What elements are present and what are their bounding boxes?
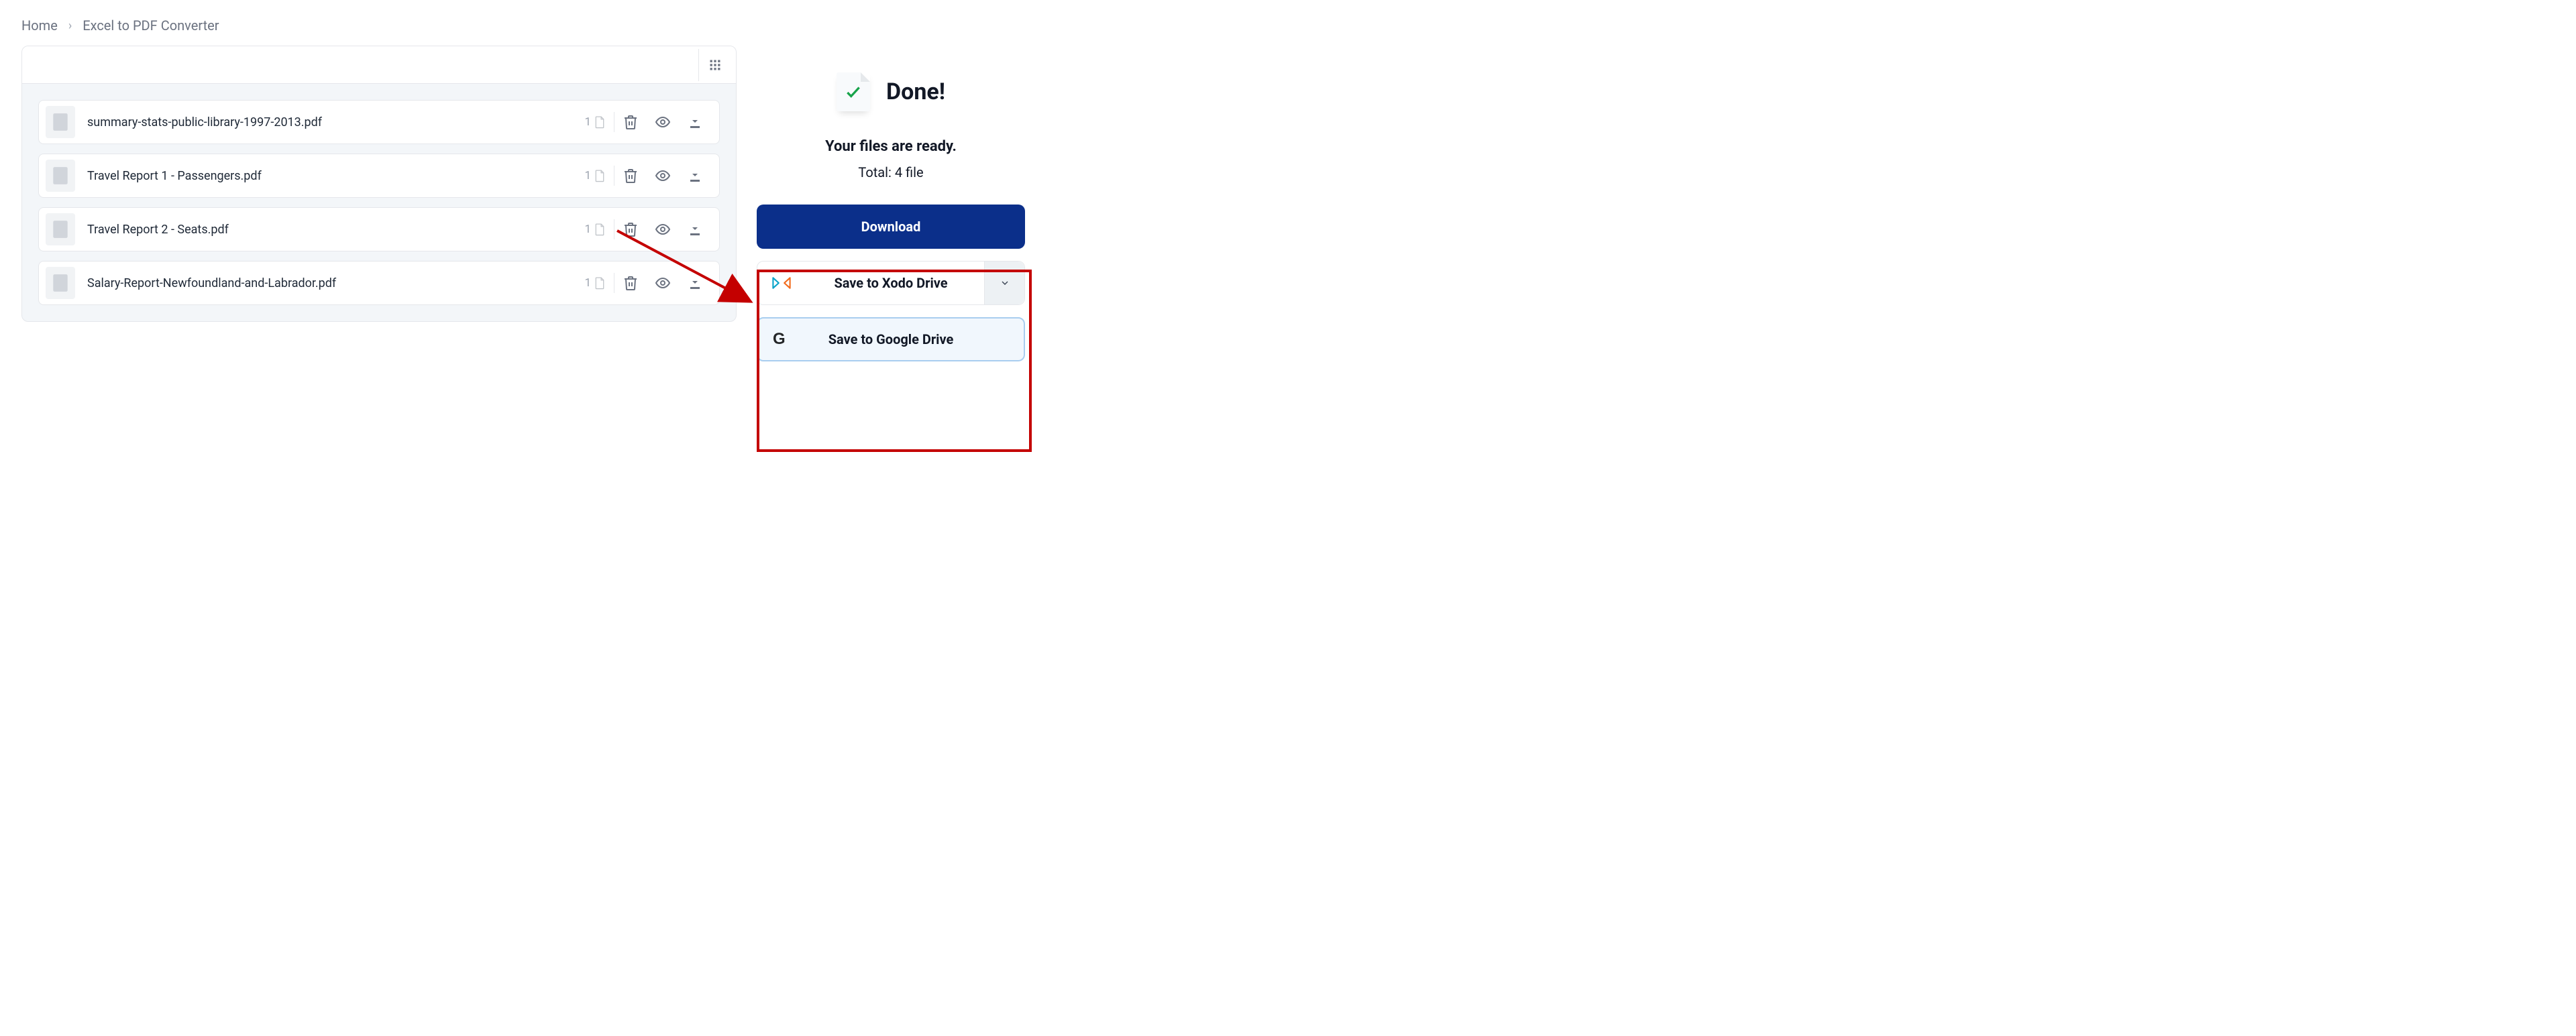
page-count: 1 <box>576 169 614 182</box>
download-icon <box>687 114 703 130</box>
breadcrumb-current[interactable]: Excel to PDF Converter <box>83 17 219 34</box>
google-logo-icon: G <box>773 330 786 349</box>
file-row: Travel Report 2 - Seats.pdf1 <box>38 207 720 251</box>
download-file-button[interactable] <box>679 216 711 243</box>
file-thumb-icon <box>46 213 75 245</box>
trash-icon <box>623 221 639 237</box>
download-file-button[interactable] <box>679 162 711 189</box>
save-xodo-label: Save to Xodo Drive <box>834 275 947 291</box>
file-name: Travel Report 2 - Seats.pdf <box>87 223 576 237</box>
preview-button[interactable] <box>647 162 679 189</box>
delete-button[interactable] <box>614 109 647 135</box>
page-icon <box>594 115 606 129</box>
file-thumb-icon <box>46 160 75 192</box>
done-subtitle: Your files are ready. <box>757 138 1025 155</box>
file-name: Travel Report 1 - Passengers.pdf <box>87 169 576 183</box>
file-name: summary-stats-public-library-1997-2013.p… <box>87 115 576 129</box>
chevron-right-icon: › <box>68 19 72 33</box>
download-button[interactable]: Download <box>757 205 1025 249</box>
page-count: 1 <box>576 115 614 129</box>
eye-icon <box>655 168 671 184</box>
page-icon <box>594 223 606 236</box>
page-icon <box>594 169 606 182</box>
preview-button[interactable] <box>647 270 679 296</box>
download-icon <box>687 221 703 237</box>
save-google-drive-button[interactable]: G Save to Google Drive <box>757 317 1025 361</box>
breadcrumb-home[interactable]: Home <box>21 17 58 34</box>
done-total: Total: 4 file <box>757 164 1025 180</box>
grid-icon <box>708 58 722 72</box>
save-xodo-dropdown-toggle[interactable] <box>984 262 1024 304</box>
chevron-down-icon <box>1000 278 1010 288</box>
page-count: 1 <box>576 276 614 290</box>
check-icon <box>845 83 862 101</box>
file-row: Travel Report 1 - Passengers.pdf1 <box>38 154 720 198</box>
file-row: summary-stats-public-library-1997-2013.p… <box>38 100 720 144</box>
preview-button[interactable] <box>647 109 679 135</box>
delete-button[interactable] <box>614 162 647 189</box>
trash-icon <box>623 275 639 291</box>
delete-button[interactable] <box>614 216 647 243</box>
file-row: Salary-Report-Newfoundland-and-Labrador.… <box>38 261 720 305</box>
eye-icon <box>655 275 671 291</box>
grid-view-button[interactable] <box>698 49 731 81</box>
xodo-logo-icon <box>772 276 791 290</box>
save-google-label: Save to Google Drive <box>828 331 954 347</box>
download-file-button[interactable] <box>679 270 711 296</box>
breadcrumb: Home › Excel to PDF Converter <box>0 0 1046 46</box>
trash-icon <box>623 168 639 184</box>
done-file-icon <box>837 72 870 111</box>
done-title: Done! <box>886 78 945 105</box>
preview-button[interactable] <box>647 216 679 243</box>
eye-icon <box>655 221 671 237</box>
download-icon <box>687 275 703 291</box>
delete-button[interactable] <box>614 270 647 296</box>
save-xodo-drive-button[interactable]: Save to Xodo Drive <box>757 261 1025 305</box>
files-panel: summary-stats-public-library-1997-2013.p… <box>21 46 737 322</box>
file-name: Salary-Report-Newfoundland-and-Labrador.… <box>87 276 576 290</box>
file-thumb-icon <box>46 106 75 138</box>
eye-icon <box>655 114 671 130</box>
page-count: 1 <box>576 223 614 236</box>
trash-icon <box>623 114 639 130</box>
download-icon <box>687 168 703 184</box>
download-file-button[interactable] <box>679 109 711 135</box>
file-thumb-icon <box>46 267 75 299</box>
page-icon <box>594 276 606 290</box>
